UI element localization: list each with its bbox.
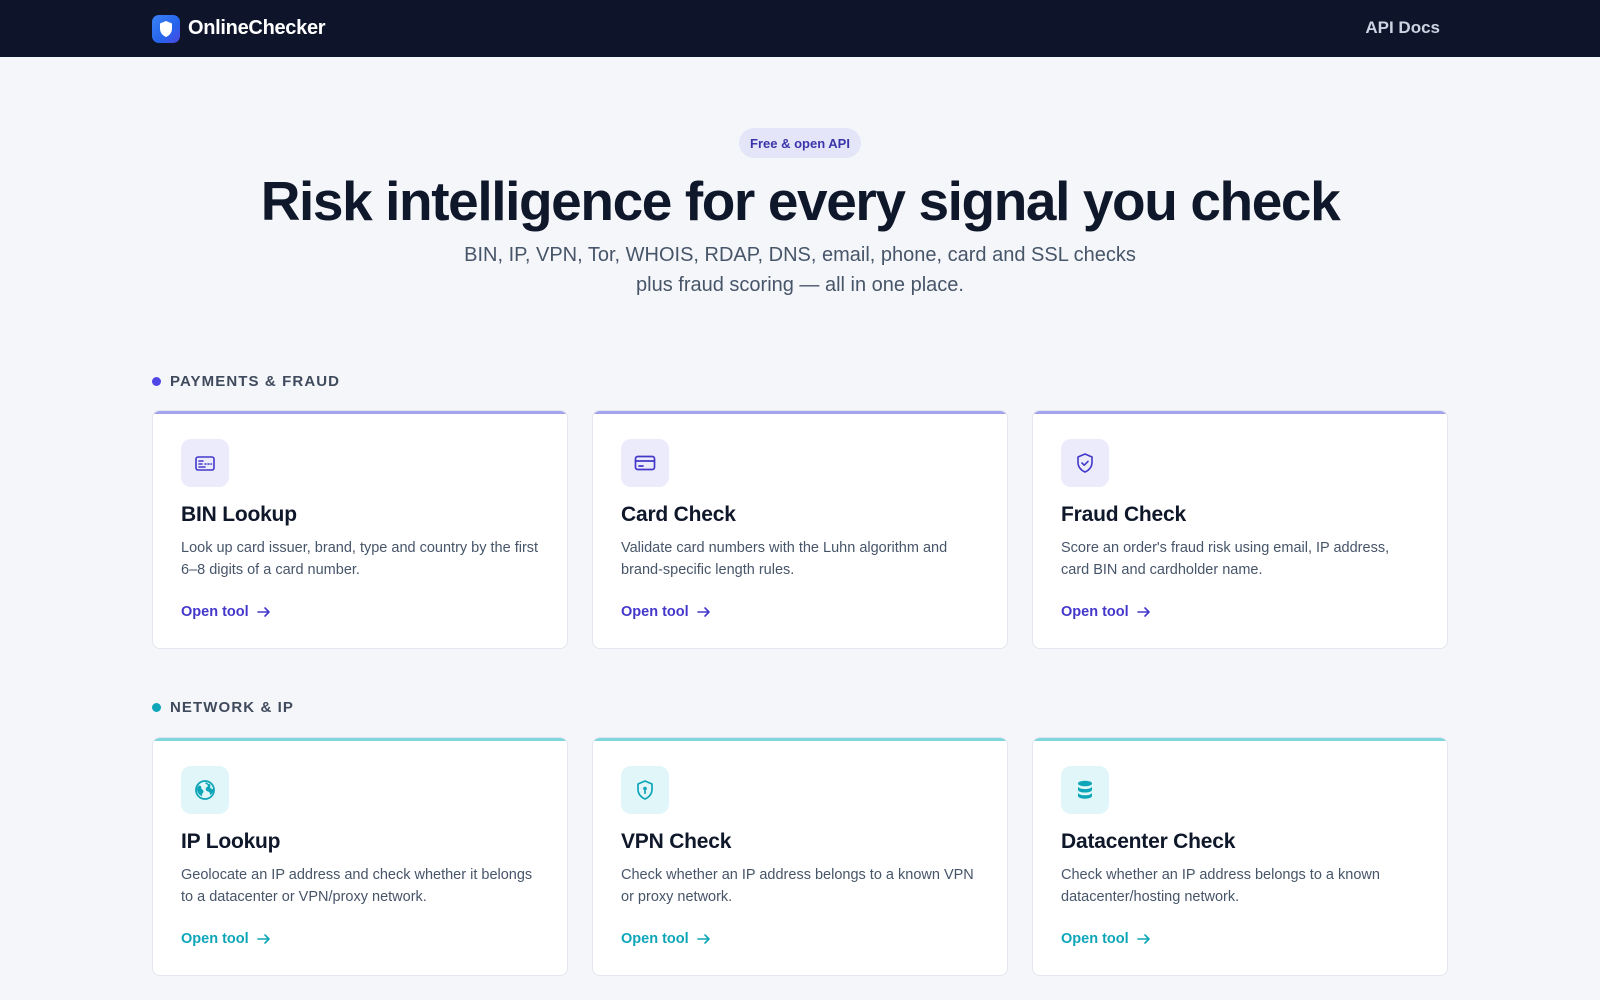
open-tool-label: Open tool [621, 604, 689, 620]
brand-home-link[interactable]: OnlineChecker [152, 14, 326, 43]
section-dot [152, 702, 161, 712]
arrow-right-icon [1136, 934, 1150, 944]
arrow-right-icon [256, 934, 270, 944]
card-description: Validate card numbers with the Luhn algo… [621, 540, 948, 578]
arrow-right-icon [696, 607, 710, 617]
open-tool-label: Open tool [181, 931, 249, 947]
brand-name: OnlineChecker [188, 17, 326, 39]
database-icon [1061, 766, 1109, 814]
api-docs-link[interactable]: API Docs [1365, 18, 1440, 38]
globe-icon [181, 766, 229, 814]
card-accent-bar [153, 738, 567, 741]
open-tool-label: Open tool [621, 931, 689, 947]
free-api-badge: Free & open API [739, 128, 861, 158]
page-subtitle: BIN, IP, VPN, Tor, WHOIS, RDAP, DNS, ema… [420, 240, 1180, 300]
shield-check-icon [1061, 439, 1109, 487]
card-title: Fraud Check [1061, 503, 1186, 526]
section-label-payments-fraud: PAYMENTS & FRAUD [152, 371, 340, 391]
card-accent-bar [1033, 411, 1447, 414]
section-dot [152, 376, 161, 386]
open-tool-link[interactable]: Open tool [621, 604, 711, 620]
top-navigation-bar: OnlineChecker API Docs [0, 0, 1600, 57]
section-label-network-ip: NETWORK & IP [152, 697, 294, 717]
card-description: Score an order's fraud risk using email,… [1061, 540, 1390, 578]
page-title: Risk intelligence for every signal you c… [260, 170, 1341, 232]
shield-lock-icon [621, 766, 669, 814]
card-accent-bar [593, 411, 1007, 414]
tool-card-datacenter-check[interactable]: Datacenter Check Check whether an IP add… [1032, 737, 1448, 976]
tool-card-card-check[interactable]: Card Check Validate card numbers with th… [592, 410, 1008, 649]
open-tool-label: Open tool [1061, 931, 1129, 947]
section-label-text: PAYMENTS & FRAUD [170, 372, 341, 390]
tool-card-vpn-check[interactable]: VPN Check Check whether an IP address be… [592, 737, 1008, 976]
card-title: VPN Check [621, 830, 732, 853]
credit-card-icon [621, 439, 669, 487]
arrow-right-icon [1136, 607, 1150, 617]
card-details-icon [181, 439, 229, 487]
section-label-text: NETWORK & IP [170, 698, 295, 716]
card-title: Card Check [621, 503, 736, 526]
card-description: Check whether an IP address belongs to a… [621, 867, 974, 905]
card-title: IP Lookup [181, 830, 281, 853]
shield-logo-icon [152, 14, 180, 43]
arrow-right-icon [256, 607, 270, 617]
card-accent-bar [1033, 738, 1447, 741]
open-tool-link[interactable]: Open tool [181, 931, 271, 947]
card-title: Datacenter Check [1061, 830, 1236, 853]
subtitle-line-2: plus fraud scoring — all in one place. [636, 274, 964, 296]
card-accent-bar [153, 411, 567, 414]
open-tool-link[interactable]: Open tool [1061, 604, 1151, 620]
card-accent-bar [593, 738, 1007, 741]
tool-card-ip-lookup[interactable]: IP Lookup Geolocate an IP address and ch… [152, 737, 568, 976]
subtitle-line-1: BIN, IP, VPN, Tor, WHOIS, RDAP, DNS, ema… [464, 244, 1136, 266]
open-tool-link[interactable]: Open tool [181, 604, 271, 620]
open-tool-label: Open tool [181, 604, 249, 620]
card-description: Check whether an IP address belongs to a… [1061, 867, 1380, 905]
card-description: Geolocate an IP address and check whethe… [181, 867, 533, 905]
tool-card-bin-lookup[interactable]: BIN Lookup Look up card issuer, brand, t… [152, 410, 568, 649]
open-tool-label: Open tool [1061, 604, 1129, 620]
card-description: Look up card issuer, brand, type and cou… [181, 540, 539, 578]
open-tool-link[interactable]: Open tool [621, 931, 711, 947]
open-tool-link[interactable]: Open tool [1061, 931, 1151, 947]
arrow-right-icon [696, 934, 710, 944]
tool-card-fraud-check[interactable]: Fraud Check Score an order's fraud risk … [1032, 410, 1448, 649]
card-title: BIN Lookup [181, 503, 297, 526]
